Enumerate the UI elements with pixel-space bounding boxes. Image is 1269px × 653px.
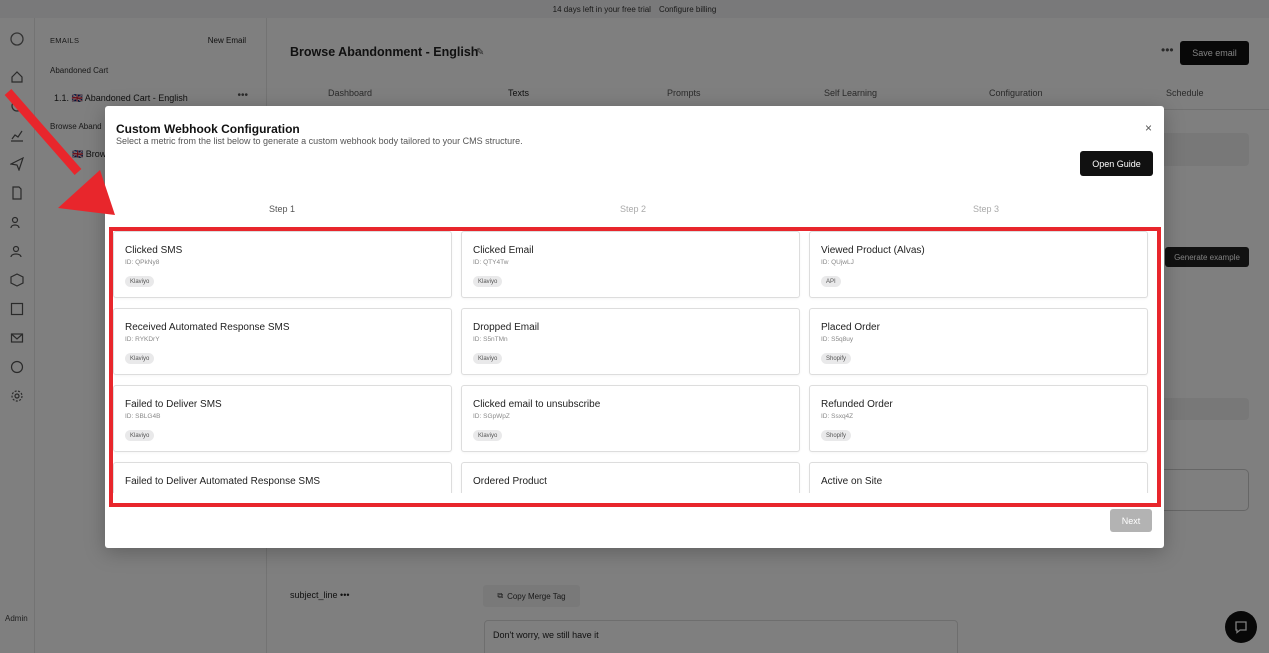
modal-subtitle: Select a metric from the list below to g…: [116, 136, 523, 146]
modal-title: Custom Webhook Configuration: [116, 122, 300, 136]
step-3: Step 3: [973, 204, 1000, 214]
step-2: Step 2: [620, 204, 647, 214]
next-button[interactable]: Next: [1110, 509, 1152, 532]
annotation-highlight-box: [109, 227, 1161, 507]
step-1: Step 1: [269, 204, 296, 214]
open-guide-button[interactable]: Open Guide: [1080, 151, 1153, 176]
webhook-config-modal: Custom Webhook Configuration Select a me…: [105, 106, 1164, 548]
close-icon[interactable]: ×: [1145, 121, 1152, 135]
